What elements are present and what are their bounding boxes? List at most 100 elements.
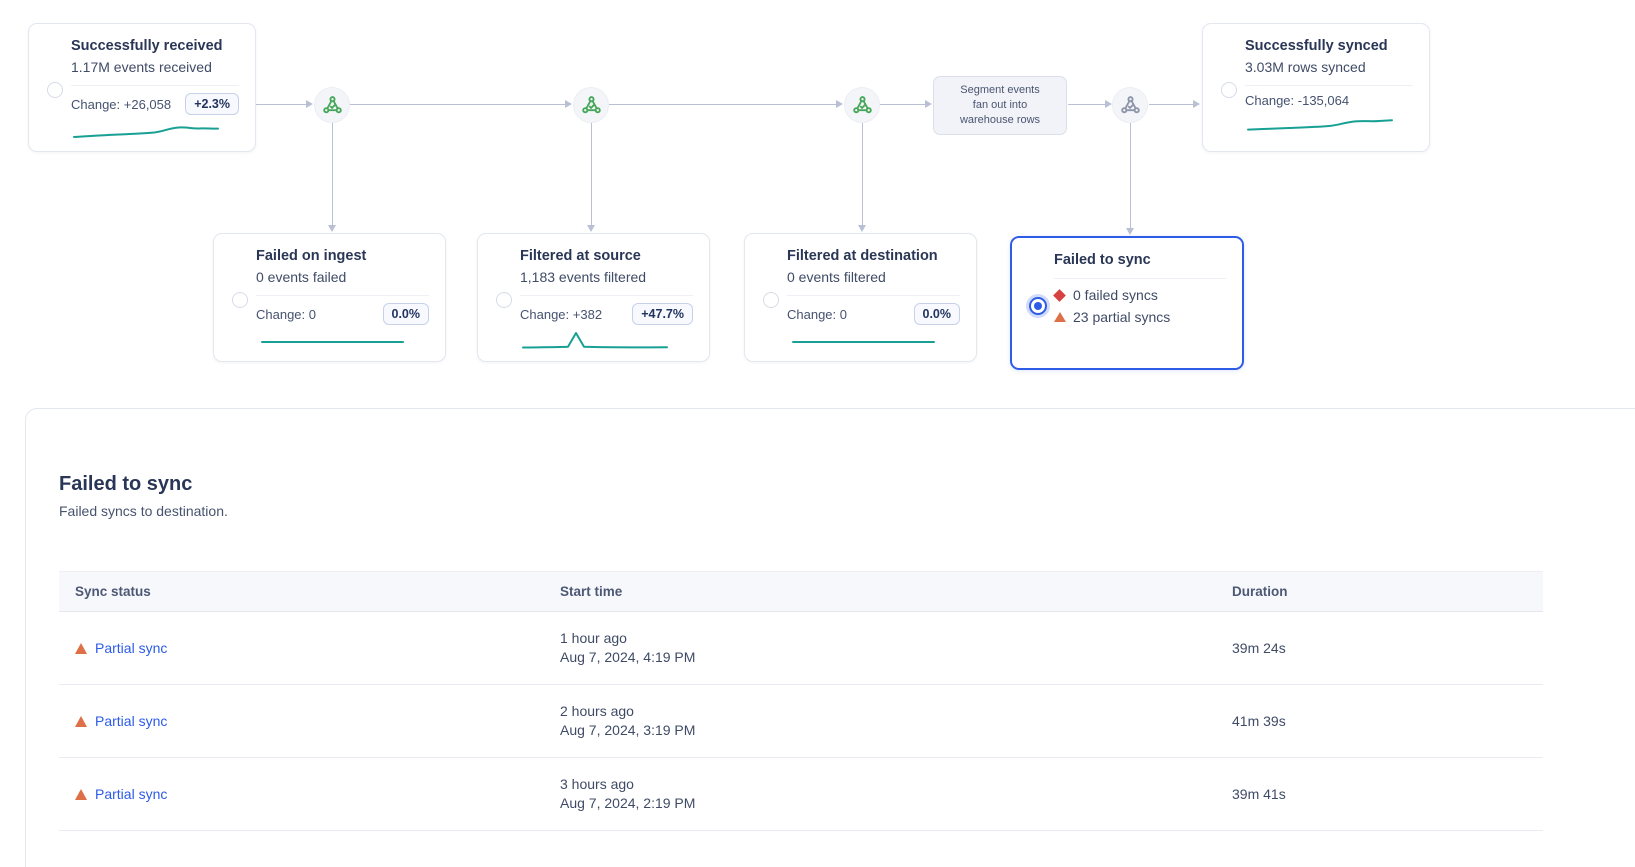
arrow-right-icon	[1105, 100, 1112, 108]
card-subtitle: 0 events failed	[256, 268, 429, 287]
table-header-row: Sync status Start time Duration	[59, 572, 1543, 612]
divider	[787, 295, 960, 296]
radio-successfully-synced[interactable]	[1221, 82, 1237, 98]
fanout-note-line: fan out into	[934, 98, 1066, 113]
table-row: Partial sync 3 hours ago Aug 7, 2024, 2:…	[59, 758, 1543, 831]
change-label: Change: +382	[520, 307, 602, 322]
table-row: Partial sync 1 hour ago Aug 7, 2024, 4:1…	[59, 612, 1543, 685]
table-row: Partial sync 2 hours ago Aug 7, 2024, 3:…	[59, 685, 1543, 758]
relative-time: 3 hours ago	[560, 775, 1216, 795]
connector-line	[880, 104, 925, 105]
pipeline-step-success-icon	[573, 87, 609, 123]
card-failed-on-ingest[interactable]: Failed on ingest 0 events failed Change:…	[213, 233, 446, 362]
card-subtitle: 1.17M events received	[71, 58, 239, 77]
change-label: Change: -135,064	[1245, 93, 1349, 108]
arrow-right-icon	[565, 100, 572, 108]
failed-syncs-count: 0 failed syncs	[1073, 285, 1158, 305]
sparkline-chart	[1245, 111, 1395, 135]
connector-line	[609, 104, 836, 105]
partial-sync-icon	[75, 716, 87, 727]
sparkline-chart	[71, 118, 221, 142]
panel-title: Failed to sync	[59, 473, 1635, 496]
pipeline-step-success-icon	[314, 87, 350, 123]
pipeline-step-success-icon	[844, 87, 880, 123]
partial-sync-icon	[75, 643, 87, 654]
fanout-note-line: Segment events	[934, 83, 1066, 98]
change-label: Change: +26,058	[71, 97, 171, 112]
partial-syncs-count: 23 partial syncs	[1073, 307, 1170, 327]
sync-status-link[interactable]: Partial sync	[95, 640, 167, 656]
change-badge: 0.0%	[383, 303, 430, 325]
card-title: Filtered at destination	[787, 247, 960, 266]
timestamp: Aug 7, 2024, 4:19 PM	[560, 648, 1216, 668]
relative-time: 1 hour ago	[560, 629, 1216, 649]
divider	[71, 85, 239, 86]
change-badge: +2.3%	[185, 93, 239, 115]
arrow-down-icon	[328, 225, 336, 232]
card-filtered-at-source[interactable]: Filtered at source 1,183 events filtered…	[477, 233, 710, 362]
arrow-down-icon	[587, 225, 595, 232]
arrow-right-icon	[925, 100, 932, 108]
timestamp: Aug 7, 2024, 2:19 PM	[560, 794, 1216, 814]
relative-time: 2 hours ago	[560, 702, 1216, 722]
card-title: Filtered at source	[520, 247, 693, 266]
column-header-start-time: Start time	[544, 584, 1216, 599]
card-failed-to-sync[interactable]: Failed to sync 0 failed syncs 23 partial…	[1010, 236, 1244, 370]
duration-value: 39m 24s	[1216, 640, 1543, 656]
radio-successfully-received[interactable]	[47, 82, 63, 98]
connector-line	[1149, 104, 1193, 105]
sparkline-chart	[256, 328, 406, 352]
card-title: Failed on ingest	[256, 247, 429, 266]
failed-syncs-table: Sync status Start time Duration Partial …	[59, 571, 1543, 831]
divider	[1245, 85, 1413, 86]
card-title: Successfully synced	[1245, 37, 1413, 56]
failed-to-sync-panel: Failed to sync Failed syncs to destinati…	[25, 408, 1635, 867]
change-label: Change: 0	[256, 307, 316, 322]
sync-status-link[interactable]: Partial sync	[95, 713, 167, 729]
panel-subtitle: Failed syncs to destination.	[59, 503, 1635, 519]
radio-failed-on-ingest[interactable]	[232, 292, 248, 308]
divider	[256, 295, 429, 296]
fanout-note-line: warehouse rows	[934, 113, 1066, 128]
sync-status-link[interactable]: Partial sync	[95, 786, 167, 802]
radio-failed-to-sync[interactable]	[1029, 297, 1047, 315]
arrow-right-icon	[1193, 100, 1200, 108]
column-header-sync-status: Sync status	[59, 584, 544, 599]
card-filtered-at-destination[interactable]: Filtered at destination 0 events filtere…	[744, 233, 977, 362]
card-subtitle: 3.03M rows synced	[1245, 58, 1413, 77]
divider	[1054, 278, 1226, 279]
connector-line	[256, 104, 306, 105]
card-subtitle: 0 events filtered	[787, 268, 960, 287]
arrow-down-icon	[858, 225, 866, 232]
arrow-down-icon	[1126, 228, 1134, 235]
connector-line	[332, 123, 333, 225]
connector-line	[862, 123, 863, 225]
duration-value: 41m 39s	[1216, 713, 1543, 729]
partial-sync-icon	[75, 789, 87, 800]
radio-filtered-at-source[interactable]	[496, 292, 512, 308]
arrow-right-icon	[306, 100, 313, 108]
card-title: Failed to sync	[1054, 251, 1226, 270]
sparkline-chart	[520, 328, 670, 352]
card-subtitle: 1,183 events filtered	[520, 268, 693, 287]
failed-sync-icon	[1053, 289, 1066, 302]
duration-value: 39m 41s	[1216, 786, 1543, 802]
column-header-duration: Duration	[1216, 584, 1543, 599]
connector-line	[1130, 123, 1131, 228]
connector-line	[591, 123, 592, 225]
fanout-note: Segment events fan out into warehouse ro…	[933, 76, 1067, 135]
radio-filtered-at-destination[interactable]	[763, 292, 779, 308]
connector-line	[350, 104, 565, 105]
partial-sync-icon	[1054, 312, 1066, 322]
sparkline-chart	[787, 328, 937, 352]
timestamp: Aug 7, 2024, 3:19 PM	[560, 721, 1216, 741]
connector-line	[1068, 104, 1105, 105]
change-label: Change: 0	[787, 307, 847, 322]
card-successfully-synced[interactable]: Successfully synced 3.03M rows synced Ch…	[1202, 23, 1430, 152]
divider	[520, 295, 693, 296]
pipeline-observability-page: Segment events fan out into warehouse ro…	[0, 0, 1635, 867]
card-successfully-received[interactable]: Successfully received 1.17M events recei…	[28, 23, 256, 152]
card-title: Successfully received	[71, 37, 239, 56]
change-badge: +47.7%	[632, 303, 693, 325]
pipeline-step-sync-icon	[1112, 87, 1148, 123]
